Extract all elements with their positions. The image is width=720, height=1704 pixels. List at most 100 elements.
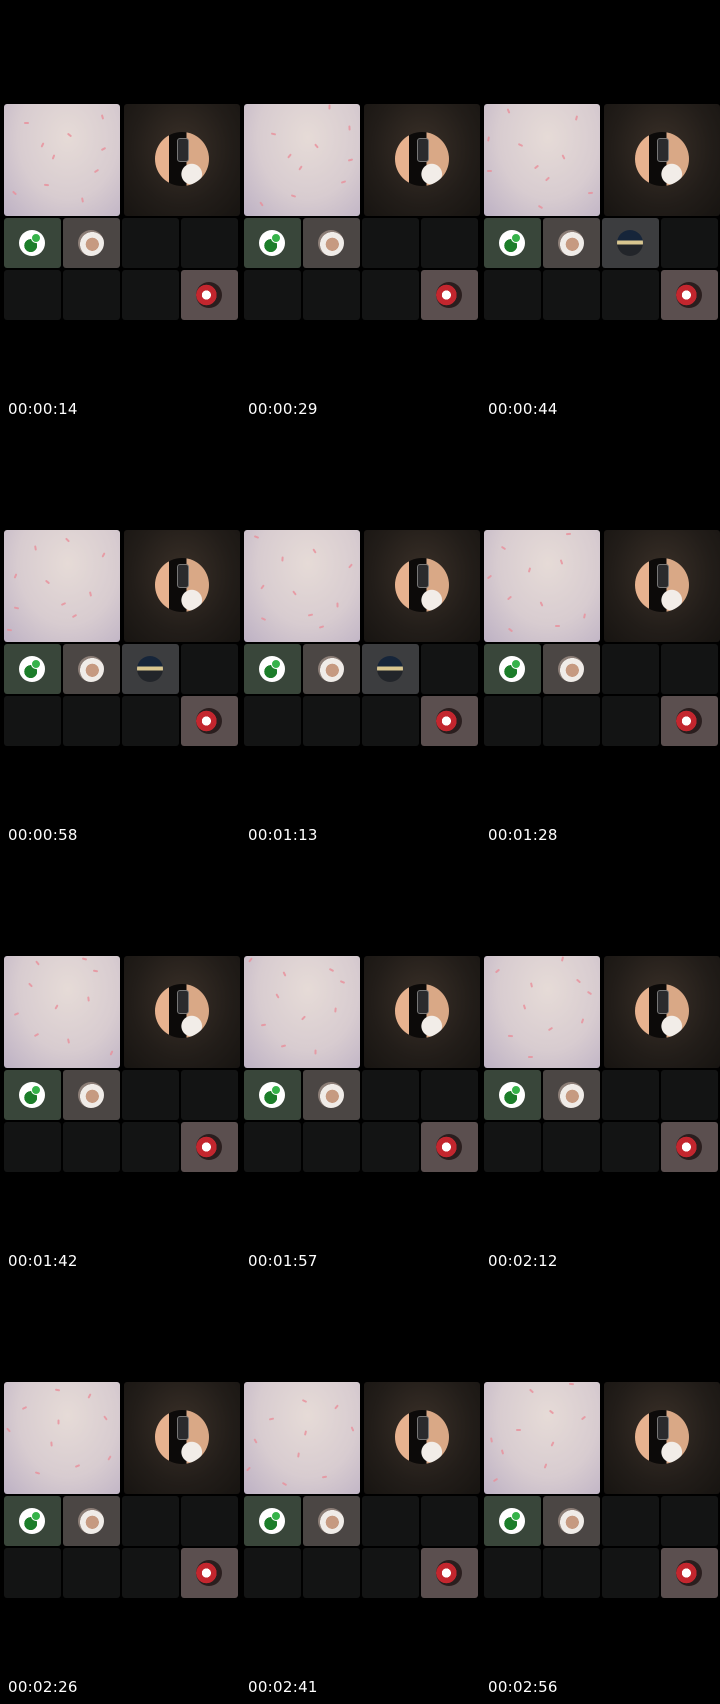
phone-icon — [417, 990, 429, 1014]
man-avatar-icon — [558, 1508, 584, 1534]
video-thumbnail[interactable]: 00:01:57 — [244, 852, 480, 1272]
selfie-video-tile — [364, 1382, 480, 1494]
empty-tile — [484, 1548, 541, 1598]
video-thumbnail[interactable]: 00:02:12 — [484, 852, 720, 1272]
participant-tile — [602, 218, 659, 268]
phone-icon — [657, 1416, 669, 1440]
petal — [66, 132, 73, 138]
petal — [34, 545, 37, 551]
green-avatar-icon — [499, 1082, 525, 1108]
petal — [522, 1004, 527, 1010]
petal — [281, 1481, 288, 1487]
participant-tile — [602, 1496, 659, 1546]
red-avatar-icon — [676, 282, 702, 308]
petal — [87, 996, 90, 1002]
red-avatar-icon — [676, 708, 702, 734]
video-thumbnail[interactable]: 00:00:14 — [4, 0, 240, 420]
petal — [54, 1004, 59, 1010]
petals-video-tile — [4, 104, 120, 216]
petal — [328, 967, 335, 973]
petal — [586, 990, 593, 996]
participant-tile — [63, 644, 120, 694]
call-grid-frame — [484, 1382, 720, 1600]
petal — [334, 1404, 339, 1410]
red-avatar-icon — [196, 708, 222, 734]
phone-icon — [177, 990, 189, 1014]
video-thumbnail[interactable]: 00:00:58 — [4, 426, 240, 846]
participant-tile — [122, 218, 179, 268]
selfie-video-tile — [364, 530, 480, 642]
green-avatar-icon — [19, 656, 45, 682]
petal — [575, 978, 582, 984]
empty-tile — [181, 1496, 238, 1546]
petal — [537, 204, 544, 210]
green-avatar-icon — [499, 1508, 525, 1534]
petal — [260, 617, 267, 621]
selfie-avatar — [635, 132, 689, 186]
red-avatar-icon — [436, 708, 462, 734]
video-thumbnail[interactable]: 00:00:44 — [484, 0, 720, 420]
participant-tile — [661, 696, 718, 746]
petal — [260, 584, 265, 590]
petal — [301, 1399, 308, 1403]
petal — [253, 1438, 258, 1444]
petal — [527, 1055, 534, 1059]
selfie-avatar — [635, 1410, 689, 1464]
petal — [6, 628, 13, 632]
green-avatar-icon — [499, 230, 525, 256]
petal — [13, 1012, 20, 1016]
empty-tile — [543, 696, 600, 746]
video-thumbnail[interactable]: 00:00:29 — [244, 0, 480, 420]
participant-tile — [244, 1070, 301, 1120]
empty-tile — [63, 696, 120, 746]
empty-tile — [543, 1122, 600, 1172]
petals-video-tile — [484, 956, 600, 1068]
green-avatar-icon — [19, 1508, 45, 1534]
red-avatar-icon — [436, 282, 462, 308]
petal — [312, 548, 317, 554]
timestamp-label: 00:01:57 — [248, 1252, 318, 1270]
petal — [348, 563, 353, 569]
empty-tile — [421, 1496, 478, 1546]
petal — [318, 625, 325, 629]
video-thumbnail[interactable]: 00:02:41 — [244, 1278, 480, 1698]
call-grid-frame — [4, 956, 240, 1174]
selfie-avatar — [155, 984, 209, 1038]
selfie-video-tile — [364, 956, 480, 1068]
timestamp-label: 00:01:13 — [248, 826, 318, 844]
video-thumbnail[interactable]: 00:01:28 — [484, 426, 720, 846]
call-grid-frame — [484, 530, 720, 748]
video-thumbnail[interactable]: 00:02:26 — [4, 1278, 240, 1698]
participant-tile — [303, 218, 360, 268]
empty-tile — [122, 1122, 179, 1172]
petal — [87, 1393, 92, 1399]
video-thumbnail[interactable]: 00:02:56 — [484, 1278, 720, 1698]
green-avatar-icon — [259, 1508, 285, 1534]
petal — [543, 1463, 548, 1469]
red-avatar-icon — [676, 1560, 702, 1586]
petal — [547, 1026, 554, 1032]
phone-icon — [657, 138, 669, 162]
petal — [107, 1455, 112, 1461]
petal — [100, 114, 105, 120]
petal — [517, 143, 524, 147]
petal — [71, 613, 78, 619]
timestamp-label: 00:02:26 — [8, 1678, 78, 1696]
petal — [287, 153, 292, 159]
video-thumbnail[interactable]: 00:01:42 — [4, 852, 240, 1272]
petal — [565, 532, 572, 536]
participant-tile — [4, 1496, 61, 1546]
selfie-video-tile — [604, 1382, 720, 1494]
petal — [11, 190, 18, 196]
selfie-video-tile — [604, 956, 720, 1068]
man-avatar-icon — [78, 1082, 104, 1108]
timestamp-label: 00:00:58 — [8, 826, 78, 844]
video-thumbnail[interactable]: 00:01:13 — [244, 426, 480, 846]
empty-tile — [4, 696, 61, 746]
participant-tile — [362, 1070, 419, 1120]
red-avatar-icon — [676, 1134, 702, 1160]
participant-tile — [181, 270, 238, 320]
timestamp-label: 00:02:41 — [248, 1678, 318, 1696]
petal — [253, 535, 260, 539]
participant-tile — [4, 1070, 61, 1120]
